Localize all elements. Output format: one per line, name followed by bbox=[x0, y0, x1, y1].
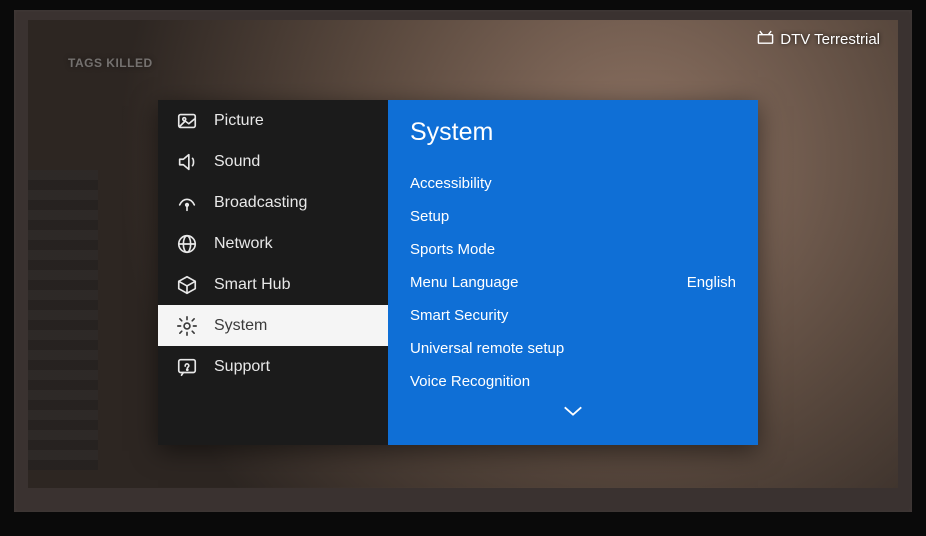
sidebar-item-system[interactable]: System bbox=[158, 305, 388, 346]
gear-icon bbox=[176, 315, 198, 337]
background-decoration bbox=[28, 170, 98, 470]
panel-item-list: Accessibility Setup Sports Mode Menu Langua… bbox=[410, 167, 736, 398]
sidebar-item-network[interactable]: Network bbox=[158, 223, 388, 264]
sidebar-item-label: Broadcasting bbox=[214, 194, 307, 212]
chevron-down-icon bbox=[562, 405, 584, 422]
sidebar-item-label: Sound bbox=[214, 153, 260, 171]
panel-item-label: Sports Mode bbox=[410, 241, 495, 258]
panel-item-label: Voice Recognition bbox=[410, 373, 530, 390]
picture-icon bbox=[176, 110, 198, 132]
sidebar-item-label: Network bbox=[214, 235, 273, 253]
panel-item-accessibility[interactable]: Accessibility bbox=[410, 167, 736, 200]
settings-sidebar: Picture Sound Broadcasting Network Smart Hub… bbox=[158, 100, 388, 445]
sidebar-item-smart-hub[interactable]: Smart Hub bbox=[158, 264, 388, 305]
tv-screen: TAGS KILLED DTV Terrestrial Picture Sound… bbox=[28, 20, 898, 488]
scroll-down-button[interactable] bbox=[562, 404, 584, 423]
sidebar-item-label: Picture bbox=[214, 112, 264, 130]
background-text: TAGS KILLED bbox=[68, 56, 153, 70]
sidebar-item-label: System bbox=[214, 317, 267, 335]
globe-icon bbox=[176, 233, 198, 255]
panel-item-label: Smart Security bbox=[410, 307, 508, 324]
sidebar-item-label: Support bbox=[214, 358, 270, 376]
tv-antenna-icon bbox=[757, 30, 774, 49]
settings-panel: System Accessibility Setup Sports Mode Menu… bbox=[388, 100, 758, 445]
panel-item-universal-remote-setup[interactable]: Universal remote setup bbox=[410, 332, 736, 365]
panel-item-setup[interactable]: Setup bbox=[410, 200, 736, 233]
sidebar-item-picture[interactable]: Picture bbox=[158, 100, 388, 141]
panel-item-label: Accessibility bbox=[410, 175, 492, 192]
panel-item-sports-mode[interactable]: Sports Mode bbox=[410, 233, 736, 266]
sidebar-item-label: Smart Hub bbox=[214, 276, 290, 294]
panel-item-value: English bbox=[687, 274, 736, 291]
panel-item-label: Setup bbox=[410, 208, 449, 225]
panel-item-label: Menu Language bbox=[410, 274, 518, 291]
panel-item-voice-recognition[interactable]: Voice Recognition bbox=[410, 365, 736, 398]
sound-icon bbox=[176, 151, 198, 173]
panel-item-smart-security[interactable]: Smart Security bbox=[410, 299, 736, 332]
input-source-badge: DTV Terrestrial bbox=[757, 30, 880, 49]
sidebar-item-broadcasting[interactable]: Broadcasting bbox=[158, 182, 388, 223]
settings-menu: Picture Sound Broadcasting Network Smart Hub… bbox=[158, 100, 758, 445]
panel-item-label: Universal remote setup bbox=[410, 340, 564, 357]
tv-frame: TAGS KILLED DTV Terrestrial Picture Sound… bbox=[0, 0, 926, 536]
sidebar-item-sound[interactable]: Sound bbox=[158, 141, 388, 182]
support-icon bbox=[176, 356, 198, 378]
panel-title: System bbox=[410, 118, 736, 147]
panel-item-menu-language[interactable]: Menu Language English bbox=[410, 266, 736, 299]
cube-icon bbox=[176, 274, 198, 296]
sidebar-item-support[interactable]: Support bbox=[158, 346, 388, 387]
satellite-icon bbox=[176, 192, 198, 214]
input-source-label: DTV Terrestrial bbox=[780, 31, 880, 48]
